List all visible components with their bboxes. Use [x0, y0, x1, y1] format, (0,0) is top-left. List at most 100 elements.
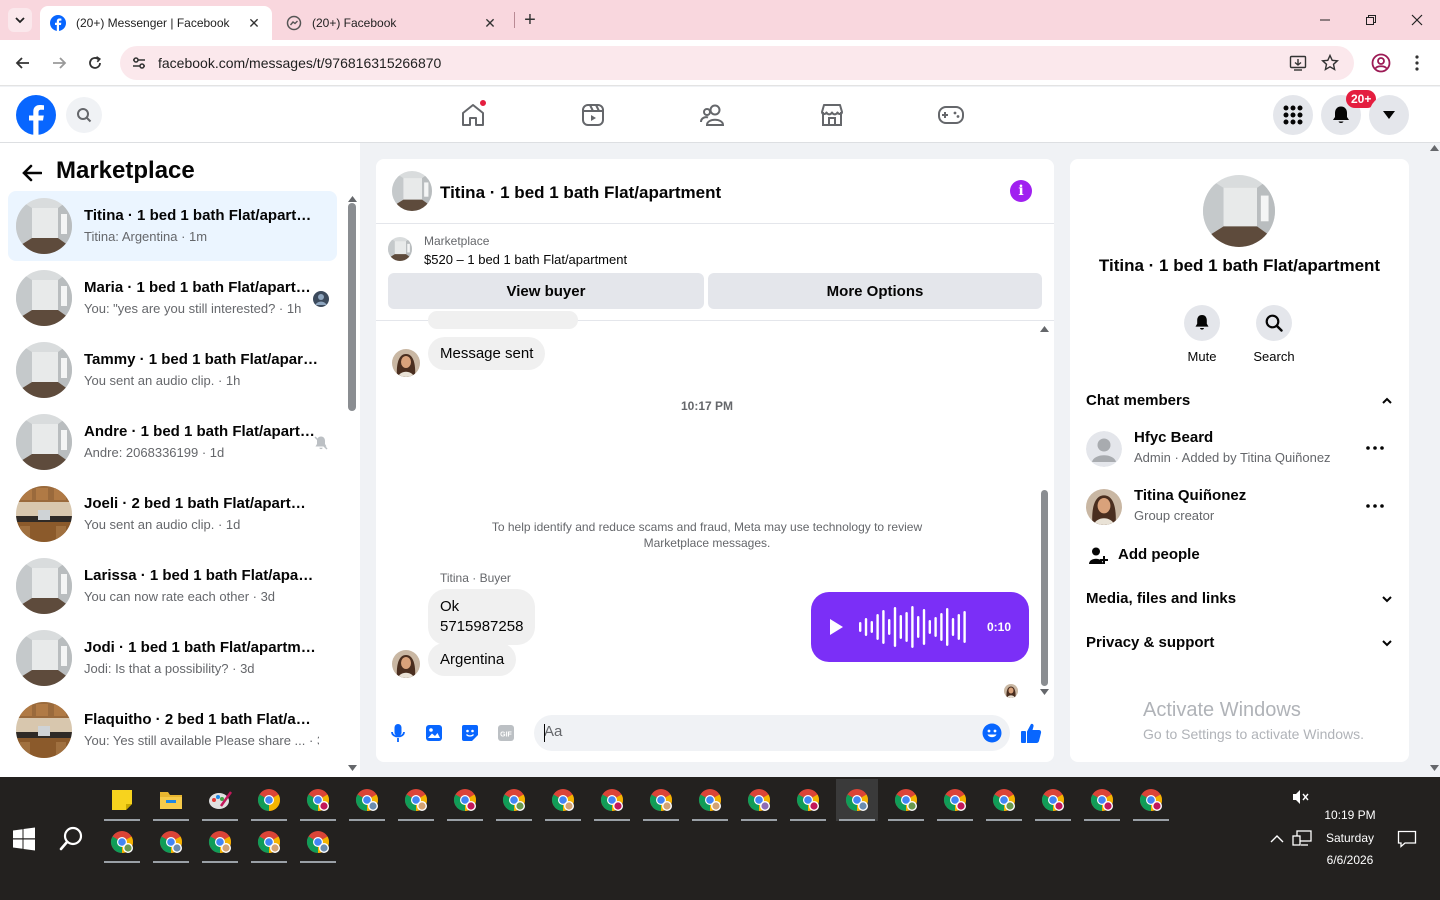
clock-day[interactable]: Saturday: [1318, 831, 1382, 845]
mute-button[interactable]: Mute: [1172, 305, 1232, 364]
chat-avatar[interactable]: [392, 171, 432, 211]
conversation-item[interactable]: Jodi · 1 bed 1 bath Flat/apartment Jodi: …: [8, 623, 337, 693]
scroll-up-icon[interactable]: [1040, 326, 1049, 332]
audio-message[interactable]: 0:10: [811, 592, 1029, 662]
media-files-links-section[interactable]: Media, files and links: [1086, 590, 1396, 607]
chat-members-section[interactable]: Chat members: [1086, 392, 1396, 409]
conversation-item[interactable]: Andre · 1 bed 1 bath Flat/apartment Andre…: [8, 407, 337, 477]
chrome-taskbar-item[interactable]: [248, 821, 290, 863]
scroll-up-icon[interactable]: [1430, 145, 1439, 151]
chrome-taskbar-item[interactable]: [1130, 779, 1172, 821]
paint-taskbar-item[interactable]: [199, 779, 241, 821]
chrome-taskbar-item[interactable]: [934, 779, 976, 821]
minimize-button[interactable]: [1302, 0, 1348, 40]
account-button[interactable]: [1369, 95, 1409, 135]
tab-facebook[interactable]: (20+) Facebook ✕: [276, 6, 508, 40]
message-input-field[interactable]: [534, 715, 1010, 751]
conversation-item[interactable]: Titina · 1 bed 1 bath Flat/apartment Titi…: [8, 191, 337, 261]
chat-scrollbar[interactable]: [1041, 490, 1048, 686]
chrome-taskbar-item[interactable]: [640, 779, 682, 821]
sticky-notes-taskbar-item[interactable]: [101, 779, 143, 821]
chrome-taskbar-item[interactable]: [1032, 779, 1074, 821]
menu-grid-button[interactable]: [1273, 95, 1313, 135]
sticker-button[interactable]: [459, 722, 481, 744]
browser-menu-button[interactable]: [1404, 50, 1430, 76]
back-button[interactable]: [20, 161, 44, 185]
gif-button[interactable]: GIF: [495, 722, 517, 744]
action-center-icon[interactable]: [1397, 830, 1417, 848]
forward-button[interactable]: [46, 50, 72, 76]
site-info-icon[interactable]: [129, 53, 149, 73]
search-in-conversation-button[interactable]: Search: [1244, 305, 1304, 364]
close-tab-icon[interactable]: ✕: [246, 15, 262, 31]
conversation-item[interactable]: Larissa · 1 bed 1 bath Flat/apartment You…: [8, 551, 337, 621]
taskbar-search-icon[interactable]: [58, 825, 86, 853]
message-input[interactable]: [544, 723, 964, 740]
more-horizontal-icon[interactable]: [1366, 497, 1384, 515]
file-explorer-taskbar-item[interactable]: [150, 779, 192, 821]
add-people-button[interactable]: Add people: [1086, 545, 1286, 567]
more-options-button[interactable]: More Options: [708, 273, 1042, 309]
play-icon[interactable]: [827, 618, 845, 636]
chrome-taskbar-item[interactable]: [101, 821, 143, 863]
chrome-taskbar-item[interactable]: [444, 779, 486, 821]
privacy-support-section[interactable]: Privacy & support: [1086, 634, 1396, 651]
bookmark-star-icon[interactable]: [1320, 53, 1340, 73]
new-tab-button[interactable]: +: [518, 8, 542, 32]
sidebar-scrollbar[interactable]: [348, 203, 356, 411]
scroll-down-icon[interactable]: [348, 765, 357, 771]
chrome-taskbar-item[interactable]: [346, 779, 388, 821]
chrome-taskbar-item[interactable]: [248, 779, 290, 821]
like-button[interactable]: [1020, 722, 1042, 744]
chrome-taskbar-item[interactable]: [297, 779, 339, 821]
windows-start-icon[interactable]: [12, 827, 36, 851]
member-row[interactable]: Hfyc Beard Admin · Added by Titina Quiño…: [1086, 429, 1396, 469]
chrome-taskbar-item[interactable]: [836, 779, 878, 821]
conversation-item[interactable]: Joeli · 2 bed 1 bath Flat/apartment You s…: [8, 479, 337, 549]
chrome-taskbar-item[interactable]: [738, 779, 780, 821]
chrome-taskbar-item[interactable]: [983, 779, 1025, 821]
clock-time[interactable]: 10:19 PM: [1318, 808, 1382, 822]
voice-clip-button[interactable]: [387, 722, 409, 744]
nav-marketplace[interactable]: [816, 99, 848, 131]
sender-avatar[interactable]: [392, 349, 420, 377]
chat-title[interactable]: Titina · 1 bed 1 bath Flat/apartment: [440, 183, 721, 203]
conversation-item[interactable]: Flaquitho · 2 bed 1 bath Flat/apartment Y…: [8, 695, 337, 765]
chevron-up-icon[interactable]: [1270, 834, 1284, 844]
clock-date[interactable]: 6/6/2026: [1318, 853, 1382, 867]
close-window-button[interactable]: [1394, 0, 1440, 40]
view-buyer-button[interactable]: View buyer: [388, 273, 704, 309]
facebook-logo-icon[interactable]: [16, 95, 56, 135]
listing-price-title[interactable]: $520 – 1 bed 1 bath Flat/apartment: [424, 252, 627, 267]
chrome-taskbar-item[interactable]: [591, 779, 633, 821]
chrome-taskbar-item[interactable]: [1081, 779, 1123, 821]
chrome-taskbar-item[interactable]: [493, 779, 535, 821]
more-horizontal-icon[interactable]: [1366, 439, 1384, 457]
member-row[interactable]: Titina Quiñonez Group creator: [1086, 487, 1396, 527]
scroll-up-icon[interactable]: [348, 196, 357, 202]
details-avatar[interactable]: [1203, 175, 1275, 247]
scroll-down-icon[interactable]: [1430, 765, 1439, 771]
facebook-search-button[interactable]: [66, 97, 102, 133]
conversation-item[interactable]: Maria · 1 bed 1 bath Flat/apartment You: …: [8, 263, 337, 333]
nav-video[interactable]: [577, 99, 609, 131]
restore-button[interactable]: [1348, 0, 1394, 40]
chrome-taskbar-item[interactable]: [150, 821, 192, 863]
sender-avatar[interactable]: [392, 650, 420, 678]
speaker-muted-icon[interactable]: [1292, 789, 1310, 805]
chrome-taskbar-item[interactable]: [542, 779, 584, 821]
chrome-taskbar-item[interactable]: [787, 779, 829, 821]
listing-thumbnail[interactable]: [388, 237, 412, 261]
nav-friends[interactable]: [697, 99, 729, 131]
scroll-down-icon[interactable]: [1040, 689, 1049, 695]
close-tab-icon[interactable]: ✕: [482, 15, 498, 31]
chrome-taskbar-item[interactable]: [297, 821, 339, 863]
network-icon[interactable]: [1292, 830, 1312, 848]
conversation-item[interactable]: Tammy · 1 bed 1 bath Flat/apartment You s…: [8, 335, 337, 405]
nav-gaming[interactable]: [935, 99, 967, 131]
tab-search-button[interactable]: [8, 8, 32, 32]
chrome-taskbar-item[interactable]: [885, 779, 927, 821]
emoji-icon[interactable]: [982, 723, 1002, 743]
back-button[interactable]: [10, 50, 36, 76]
install-app-icon[interactable]: [1288, 53, 1308, 73]
